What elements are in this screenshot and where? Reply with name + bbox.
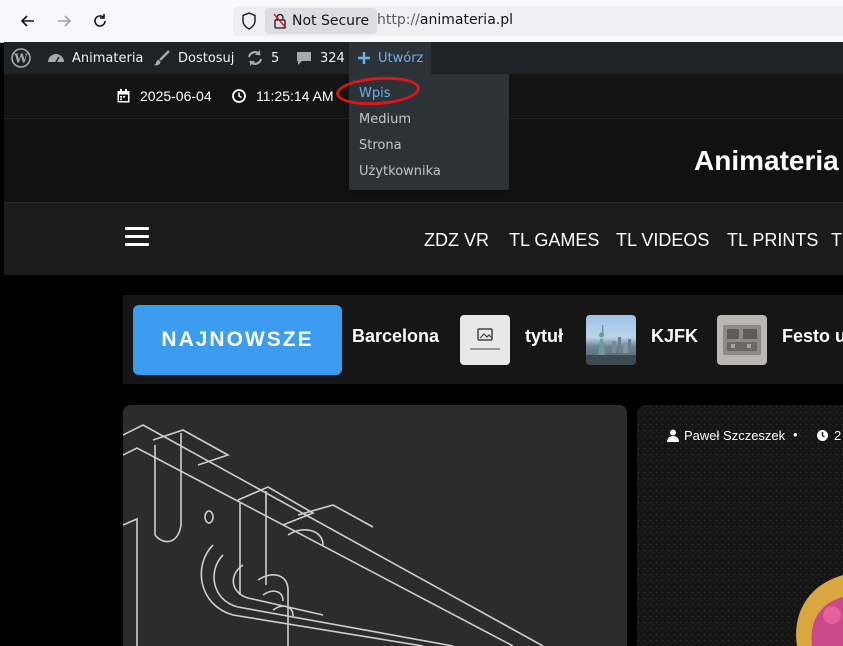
ticker-item-tytul[interactable]: tytuł <box>525 326 563 347</box>
back-button[interactable] <box>16 9 40 33</box>
comment-bubble-icon <box>297 52 311 65</box>
nav-item-tl-games[interactable]: TL GAMES <box>509 230 599 251</box>
url-text[interactable]: http://animateria.pl <box>377 12 513 28</box>
browser-toolbar: Not Secure http://animateria.pl <box>0 0 843 43</box>
create-label: Utwórz <box>378 50 424 66</box>
shield-icon[interactable] <box>241 12 257 30</box>
comments-count: 324 <box>320 50 345 66</box>
customize-label: Dostosuj <box>178 50 235 66</box>
plus-icon <box>358 52 370 64</box>
latest-label: NAJNOWSZE <box>133 305 342 375</box>
3d-print-part-thumbnail <box>723 325 761 355</box>
reload-button[interactable] <box>88 9 112 33</box>
create-menu-item-page[interactable]: Strona <box>359 138 402 153</box>
post-date-text: 2 <box>834 428 842 443</box>
meta-separator-dot: • <box>793 427 798 442</box>
topbar-date: 2025-06-04 <box>117 88 212 104</box>
create-new-menu[interactable]: Utwórz <box>349 42 432 74</box>
insecure-lock-icon <box>273 13 287 29</box>
ticker-item-kjfk[interactable]: KJFK <box>651 326 698 347</box>
ticker-thumb-no-preview[interactable] <box>460 315 510 365</box>
main-nav: ZDZ VR TL GAMES TL VIDEOS TL PRINTS T <box>4 202 843 275</box>
brush-icon <box>154 50 170 66</box>
nav-item-partial[interactable]: T <box>831 230 842 251</box>
reload-icon <box>94 14 106 27</box>
back-arrow-icon <box>20 15 34 27</box>
forward-button[interactable] <box>52 9 76 33</box>
image-placeholder-icon <box>470 328 500 350</box>
featured-post-image[interactable] <box>123 405 627 646</box>
nav-item-tl-videos[interactable]: TL VIDEOS <box>616 230 709 251</box>
clock-icon <box>817 430 828 441</box>
site-name-label: Animateria <box>72 50 144 66</box>
ticker-thumb-new-york[interactable] <box>586 315 636 365</box>
url-scheme: http:// <box>377 12 420 28</box>
latest-ticker: NAJNOWSZE Barcelona tytuł KJFK Festo u <box>123 295 843 384</box>
site-title[interactable]: Animateria <box>694 145 839 177</box>
time-text: 11:25:14 AM <box>256 88 334 104</box>
wordpress-logo-icon: W <box>11 48 31 68</box>
site-name-link[interactable]: Animateria <box>47 42 143 74</box>
ticker-item-festo[interactable]: Festo u <box>782 326 843 347</box>
svg-text:W: W <box>13 52 28 66</box>
not-secure-label: Not Secure <box>292 13 370 29</box>
address-bar[interactable]: Not Secure http://animateria.pl <box>233 6 843 36</box>
date-text: 2025-06-04 <box>140 88 212 104</box>
calendar-icon <box>117 89 130 103</box>
wp-admin-bar: W Animateria Dostosuj 5 324 Utwórz <box>4 42 843 74</box>
not-secure-badge[interactable]: Not Secure <box>265 8 378 34</box>
cad-drawing-image <box>123 405 627 646</box>
updates-link[interactable]: 5 <box>246 42 279 74</box>
updates-count: 5 <box>271 50 280 66</box>
post-date: 2 <box>816 428 841 443</box>
hamburger-menu-icon[interactable] <box>125 227 149 247</box>
forward-arrow-icon <box>58 15 72 27</box>
ticker-thumb-festo[interactable] <box>717 315 767 365</box>
comments-link[interactable]: 324 <box>295 42 345 74</box>
user-icon <box>667 429 679 442</box>
updates-refresh-icon <box>247 50 263 66</box>
url-host: animateria.pl <box>419 12 514 28</box>
nav-item-zdz-vr[interactable]: ZDZ VR <box>424 230 489 251</box>
ticker-item-barcelona[interactable]: Barcelona <box>352 326 439 347</box>
dashboard-gauge-icon <box>48 54 64 63</box>
create-menu-item-user[interactable]: Użytkownika <box>359 164 441 179</box>
statue-of-liberty-thumbnail <box>586 325 636 365</box>
clock-icon <box>232 89 246 103</box>
wp-logo-button[interactable]: W <box>11 42 38 74</box>
author-name: Paweł Szczeszek <box>684 428 786 443</box>
nav-item-tl-prints[interactable]: TL PRINTS <box>727 230 818 251</box>
featured-post-card[interactable]: Paweł Szczeszek • 2 <box>637 405 843 646</box>
topbar-time: 11:25:14 AM <box>232 88 334 104</box>
customize-link[interactable]: Dostosuj <box>153 42 234 74</box>
post-author[interactable]: Paweł Szczeszek <box>667 428 785 443</box>
create-menu-item-media[interactable]: Medium <box>359 112 411 127</box>
